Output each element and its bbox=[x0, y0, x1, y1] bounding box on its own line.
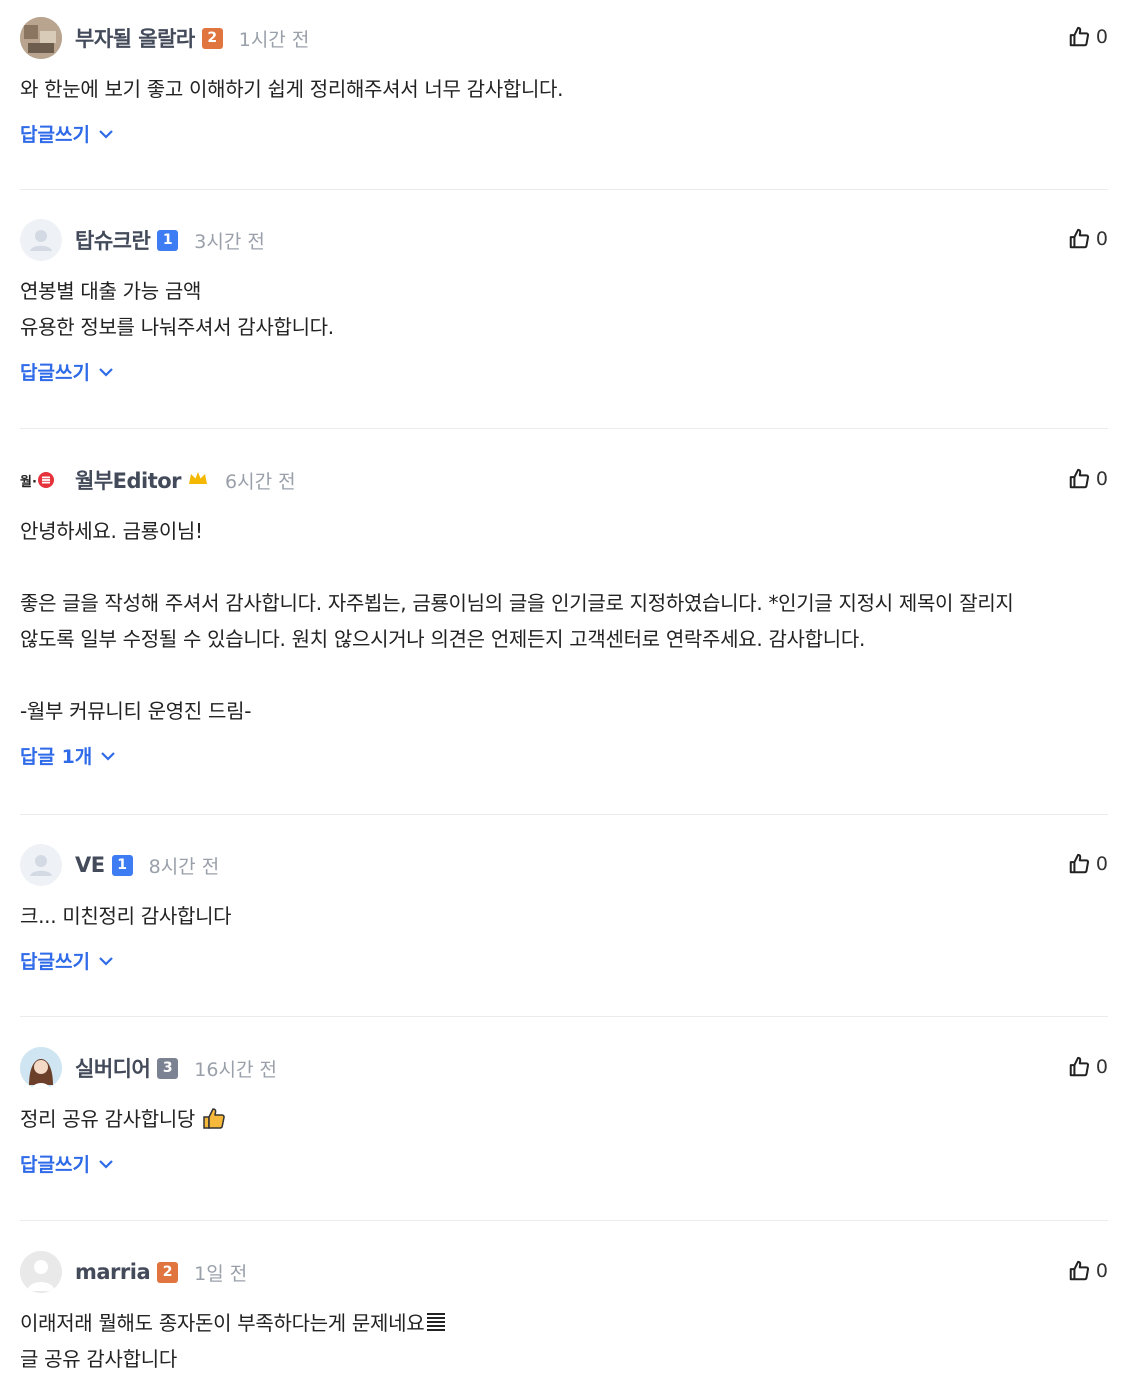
comment-line bbox=[20, 549, 1108, 585]
like-count: 0 bbox=[1095, 468, 1108, 490]
like-count: 0 bbox=[1095, 1056, 1108, 1078]
comment-time: 1시간 전 bbox=[238, 28, 310, 51]
like-button[interactable]: 0 bbox=[1068, 853, 1108, 875]
divider bbox=[20, 814, 1108, 815]
user-icon bbox=[20, 1251, 62, 1293]
thumbs-up-icon bbox=[1069, 1056, 1089, 1077]
comment-line: 와 한눈에 보기 좋고 이해하기 쉽게 정리해주셔서 너무 감사합니다. bbox=[20, 77, 564, 101]
reply-label: 답글쓰기 bbox=[20, 951, 90, 973]
comment-item: 부자될 올랄라 2 1시간 전 0 와 한눈에 보기 좋고 이해하기 쉽게 정리… bbox=[20, 17, 1108, 147]
thumbs-up-icon bbox=[1069, 468, 1089, 489]
chevron-down-icon bbox=[99, 1159, 113, 1169]
comment-text: 이래저래 뭘해도 종자돈이 부족하다는게 문제네요 bbox=[20, 1311, 425, 1335]
level-badge: 1 bbox=[157, 229, 179, 251]
divider bbox=[20, 1016, 1108, 1017]
comment-line bbox=[20, 657, 1108, 693]
level-badge: 2 bbox=[201, 27, 223, 49]
user-icon bbox=[30, 855, 52, 876]
brand-logo-text: 월· bbox=[20, 474, 37, 490]
chevron-down-icon bbox=[99, 956, 113, 966]
divider bbox=[20, 428, 1108, 429]
like-button[interactable]: 0 bbox=[1068, 1056, 1108, 1078]
reply-label: 답글쓰기 bbox=[20, 1154, 90, 1176]
brand-logo[interactable]: 월· bbox=[20, 459, 62, 501]
avatar[interactable] bbox=[20, 1251, 62, 1293]
author-name[interactable]: marria bbox=[75, 1260, 151, 1284]
like-button[interactable]: 0 bbox=[1068, 468, 1108, 490]
thumbs-up-icon bbox=[1069, 228, 1089, 249]
author-name[interactable]: 월부Editor bbox=[75, 465, 182, 495]
reply-label: 답글 1개 bbox=[20, 746, 93, 768]
chevron-down-icon bbox=[99, 367, 113, 377]
avatar[interactable] bbox=[20, 844, 62, 886]
thumbs-up-emoji-icon bbox=[203, 1108, 225, 1129]
comment-line: 정리 공유 감사합니당 bbox=[20, 1101, 1108, 1137]
comment-item: 월· 월부Editor 6시간 전 0 안녕하세요. 금룡이님! 좋은 글을 작… bbox=[20, 460, 1108, 769]
reply-button[interactable]: 답글쓰기 bbox=[20, 358, 1108, 385]
comment-line: -월부 커뮤니티 운영진 드림- bbox=[20, 699, 252, 723]
comment-line: 유용한 정보를 나눠주셔서 감사합니다. bbox=[20, 315, 334, 339]
divider bbox=[20, 1220, 1108, 1221]
comment-line: 글 공유 감사합니다 bbox=[20, 1347, 177, 1371]
divider bbox=[20, 189, 1108, 190]
comment-text: 정리 공유 감사합니당 bbox=[20, 1107, 196, 1131]
thumbs-up-icon bbox=[1069, 1260, 1089, 1281]
comment-item: 탑슈크란 1 3시간 전 0 연봉별 대출 가능 금액 유용한 정보를 나눠주셔… bbox=[20, 219, 1108, 385]
comment-line: 연봉별 대출 가능 금액 bbox=[20, 279, 202, 303]
level-badge: 2 bbox=[157, 1261, 179, 1283]
comment-item: 실버디어 3 16시간 전 0 정리 공유 감사합니당 답글쓰기 bbox=[20, 1047, 1108, 1177]
reply-button[interactable]: 답글쓰기 bbox=[20, 120, 1108, 147]
reply-label: 답글쓰기 bbox=[20, 362, 90, 384]
like-button[interactable]: 0 bbox=[1068, 1260, 1108, 1282]
replies-toggle[interactable]: 답글 1개 bbox=[20, 742, 1108, 769]
author-name[interactable]: 탑슈크란 bbox=[75, 225, 151, 255]
avatar[interactable] bbox=[20, 219, 62, 261]
reply-button[interactable]: 답글쓰기 bbox=[20, 1150, 1108, 1177]
comment-body: 크... 미친정리 감사합니다 bbox=[20, 898, 1108, 934]
author-name[interactable]: 부자될 올랄라 bbox=[75, 23, 195, 53]
crown-icon bbox=[187, 469, 209, 491]
comment-body: 이래저래 뭘해도 종자돈이 부족하다는게 문제네요 글 공유 감사합니다 bbox=[20, 1305, 1108, 1377]
avatar[interactable] bbox=[20, 1047, 62, 1089]
author-name[interactable]: 실버디어 bbox=[75, 1053, 151, 1083]
author-name[interactable]: VE bbox=[75, 853, 105, 877]
chevron-down-icon bbox=[99, 129, 113, 139]
like-count: 0 bbox=[1095, 228, 1108, 250]
comment-body: 와 한눈에 보기 좋고 이해하기 쉽게 정리해주셔서 너무 감사합니다. bbox=[20, 71, 1108, 107]
comment-body: 안녕하세요. 금룡이님! 좋은 글을 작성해 주셔서 감사합니다. 자주뵙는, … bbox=[20, 513, 1108, 729]
comment-line: 않도록 일부 수정될 수 있습니다. 원치 않으시거나 의견은 언제든지 고객센… bbox=[20, 627, 866, 651]
comment-time: 6시간 전 bbox=[225, 470, 296, 493]
user-icon bbox=[30, 230, 52, 251]
brand-mark-icon bbox=[37, 472, 54, 488]
comment-time: 16시간 전 bbox=[194, 1058, 277, 1081]
comment-line: 좋은 글을 작성해 주셔서 감사합니다. 자주뵙는, 금룡이님의 글을 인기글로… bbox=[20, 591, 1014, 615]
comment-item: marria 2 1일 전 0 이래저래 뭘해도 종자돈이 부족하다는게 문제네… bbox=[20, 1251, 1108, 1377]
comment-time: 1일 전 bbox=[194, 1262, 248, 1285]
like-count: 0 bbox=[1095, 26, 1108, 48]
comment-line: 안녕하세요. 금룡이님! bbox=[20, 519, 203, 543]
reply-label: 답글쓰기 bbox=[20, 124, 90, 146]
comment-line: 크... 미친정리 감사합니다 bbox=[20, 904, 232, 928]
comment-time: 3시간 전 bbox=[194, 230, 265, 253]
like-button[interactable]: 0 bbox=[1068, 26, 1108, 48]
like-count: 0 bbox=[1095, 853, 1108, 875]
comment-body: 정리 공유 감사합니당 bbox=[20, 1101, 1108, 1137]
reply-button[interactable]: 답글쓰기 bbox=[20, 947, 1108, 974]
like-button[interactable]: 0 bbox=[1068, 228, 1108, 250]
avatar[interactable] bbox=[20, 17, 62, 59]
level-badge: 3 bbox=[157, 1057, 179, 1079]
thumbs-up-icon bbox=[1069, 853, 1089, 874]
level-badge: 1 bbox=[111, 854, 133, 876]
thumbs-up-icon bbox=[1069, 26, 1089, 47]
comment-item: VE 1 8시간 전 0 크... 미친정리 감사합니다 답글쓰기 bbox=[20, 844, 1108, 974]
comment-time: 8시간 전 bbox=[148, 855, 220, 878]
comment-body: 연봉별 대출 가능 금액 유용한 정보를 나눠주셔서 감사합니다. bbox=[20, 273, 1108, 345]
chevron-down-icon bbox=[101, 751, 116, 761]
list-emoji-icon bbox=[427, 1313, 446, 1331]
comment-line: 이래저래 뭘해도 종자돈이 부족하다는게 문제네요 bbox=[20, 1305, 1108, 1341]
like-count: 0 bbox=[1095, 1260, 1108, 1282]
